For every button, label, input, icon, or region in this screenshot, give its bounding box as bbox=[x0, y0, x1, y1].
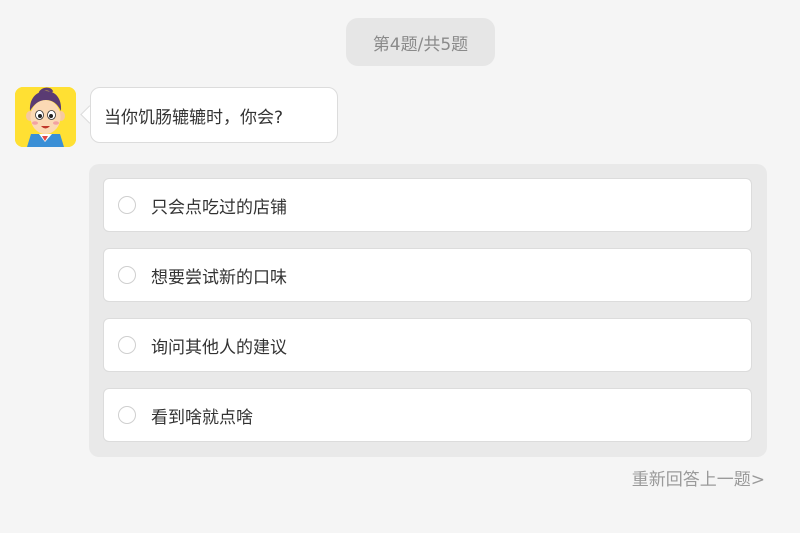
question-text: 当你饥肠辘辘时，你会? bbox=[104, 107, 284, 128]
option-label: 询问其他人的建议 bbox=[151, 337, 287, 358]
option-label: 看到啥就点啥 bbox=[151, 407, 253, 428]
radio-circle-icon[interactable] bbox=[118, 266, 136, 284]
option-item[interactable]: 想要尝试新的口味 bbox=[103, 248, 752, 302]
cartoon-boy-icon bbox=[15, 87, 76, 147]
radio-circle-icon[interactable] bbox=[118, 336, 136, 354]
question-progress-text: 第4题/共5题 bbox=[372, 34, 469, 55]
option-item[interactable]: 只会点吃过的店铺 bbox=[103, 178, 752, 232]
options-panel: 只会点吃过的店铺 想要尝试新的口味 询问其他人的建议 看到啥就点啥 bbox=[89, 164, 767, 457]
option-item[interactable]: 询问其他人的建议 bbox=[103, 318, 752, 372]
radio-circle-icon[interactable] bbox=[118, 406, 136, 424]
option-label: 只会点吃过的店铺 bbox=[151, 197, 287, 218]
avatar bbox=[15, 87, 76, 147]
option-label: 想要尝试新的口味 bbox=[151, 267, 287, 288]
radio-circle-icon[interactable] bbox=[118, 196, 136, 214]
question-progress-badge: 第4题/共5题 bbox=[346, 18, 495, 66]
question-bubble: 当你饥肠辘辘时，你会? bbox=[90, 87, 338, 143]
option-item[interactable]: 看到啥就点啥 bbox=[103, 388, 752, 442]
redo-previous-question-link[interactable]: 重新回答上一题> bbox=[632, 465, 765, 490]
